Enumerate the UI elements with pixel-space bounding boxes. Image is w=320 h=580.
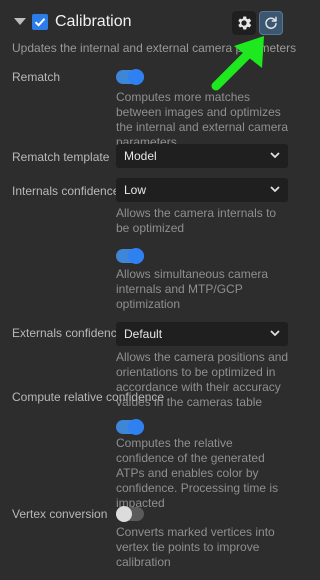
simultaneous-optimization-description: Allows simultaneous camera internals and…	[116, 267, 269, 311]
vertex-conversion-description: Converts marked vertices into vertex tie…	[116, 525, 275, 569]
externals-confidence-label: Externals confidence	[12, 326, 124, 340]
compute-relative-confidence-toggle[interactable]	[116, 419, 144, 435]
calibration-enable-checkbox[interactable]	[32, 14, 48, 30]
internals-confidence-description: Allows the camera internals to be optimi…	[116, 206, 277, 235]
toggle-knob	[128, 69, 144, 85]
toggle-knob	[128, 248, 144, 264]
internals-confidence-label: Internals confidence	[12, 184, 120, 198]
chevron-down-icon	[270, 152, 280, 159]
vertex-conversion-label: Vertex conversion	[12, 507, 108, 521]
refresh-icon	[265, 16, 277, 29]
rematch-template-value: Model	[124, 149, 157, 163]
compute-relative-confidence-label: Compute relative confidence	[12, 390, 165, 404]
toggle-knob	[116, 506, 132, 522]
section-title: Calibration	[55, 13, 132, 30]
vertex-conversion-toggle[interactable]	[116, 506, 144, 522]
rematch-template-label: Rematch template	[12, 150, 110, 164]
internals-confidence-select[interactable]: Low	[116, 178, 288, 202]
externals-confidence-value: Default	[124, 327, 163, 341]
chevron-down-icon	[270, 186, 280, 193]
annotation-arrow-icon	[211, 36, 264, 91]
rematch-toggle[interactable]	[116, 69, 144, 85]
rematch-label: Rematch	[12, 70, 61, 84]
externals-confidence-select[interactable]: Default	[116, 322, 288, 346]
chevron-down-icon	[270, 330, 280, 337]
internals-confidence-value: Low	[124, 183, 147, 197]
collapse-arrow-icon[interactable]	[14, 18, 26, 25]
rematch-description: Computes more matches between images and…	[116, 90, 289, 149]
toggle-knob	[128, 419, 144, 435]
rematch-template-select[interactable]: Model	[116, 144, 288, 168]
compute-relative-confidence-description: Computes the relative confidence of the …	[116, 436, 279, 510]
simultaneous-optimization-toggle[interactable]	[116, 248, 144, 264]
checkmark-icon	[34, 18, 46, 27]
